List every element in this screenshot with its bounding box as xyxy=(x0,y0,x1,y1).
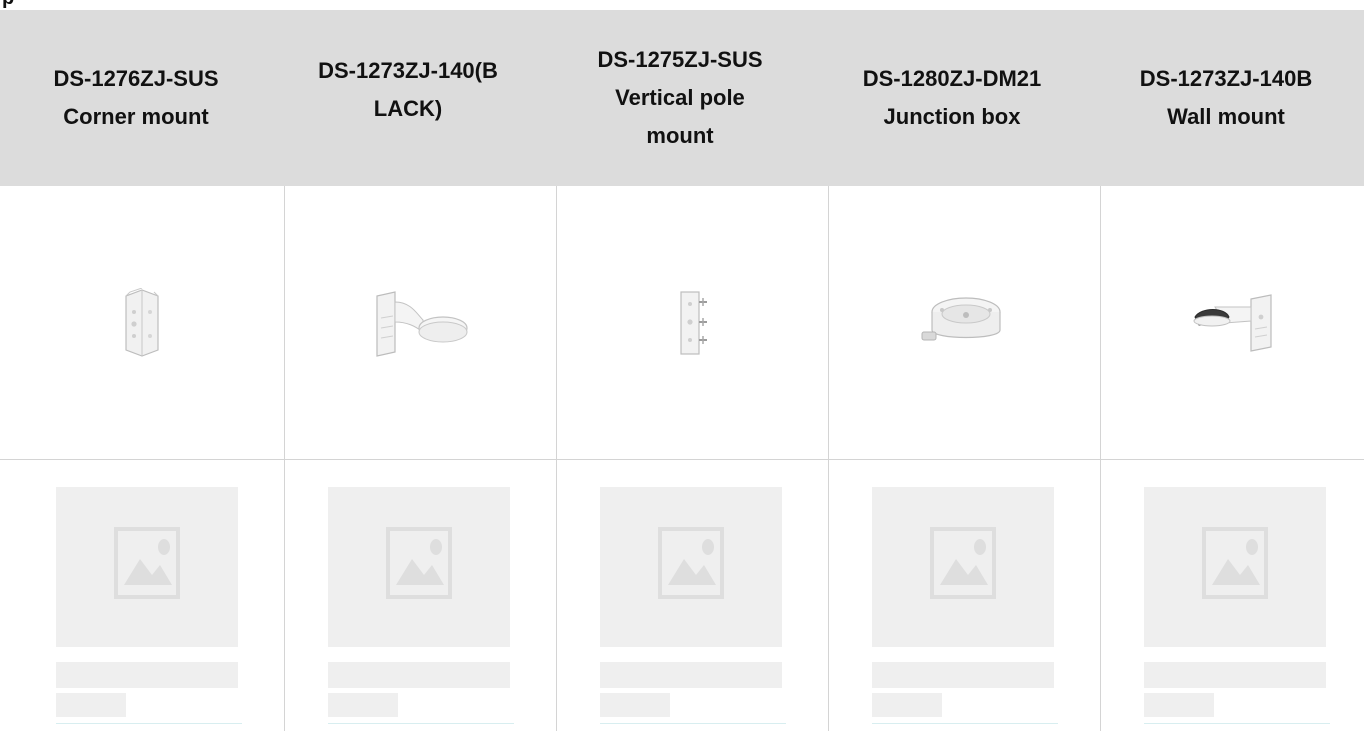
subtitle-placeholder-bar xyxy=(56,693,126,717)
header-line: Vertical pole xyxy=(615,85,745,110)
header-cell-ds-1280zj-dm21: DS-1280ZJ-DM21 Junction box xyxy=(816,10,1088,186)
section-title-fragment: p xyxy=(0,0,26,10)
image-placeholder xyxy=(872,487,1054,647)
table-header-row: DS-1276ZJ-SUS Corner mount DS-1273ZJ-140… xyxy=(0,10,1364,186)
wall-mount-dome-bracket-icon[interactable] xyxy=(371,288,471,358)
wall-mount-bracket-icon[interactable] xyxy=(1185,293,1281,353)
product-image-cell xyxy=(285,187,556,459)
section-title-fragment-text: p xyxy=(2,0,14,10)
accessories-table: DS-1276ZJ-SUS Corner mount DS-1273ZJ-140… xyxy=(0,10,1364,731)
placeholder-underline xyxy=(872,723,1058,724)
header-line: mount xyxy=(646,123,714,148)
image-placeholder xyxy=(56,487,238,647)
placeholder-underline xyxy=(328,723,514,724)
header-line: DS-1273ZJ-140B xyxy=(1139,66,1313,91)
image-placeholder-icon xyxy=(658,527,724,599)
image-placeholder xyxy=(600,487,782,647)
title-placeholder-bar xyxy=(1144,662,1326,688)
product-placeholder-card xyxy=(816,461,1088,731)
subtitle-placeholder-bar xyxy=(600,693,670,717)
title-placeholder-bar xyxy=(328,662,510,688)
header-cell-ds-1276zj-sus: DS-1276ZJ-SUS Corner mount xyxy=(0,10,272,186)
product-image-cell xyxy=(557,187,828,459)
header-line: DS-1276ZJ-SUS xyxy=(53,66,219,91)
placeholder-underline xyxy=(1144,723,1330,724)
title-placeholder-bar xyxy=(56,662,238,688)
image-placeholder-icon xyxy=(114,527,180,599)
header-line: LACK) xyxy=(373,96,443,121)
header-cell-ds-1273zj-140b: DS-1273ZJ-140B Wall mount xyxy=(1088,10,1364,186)
corner-mount-bracket-icon[interactable] xyxy=(122,288,162,358)
product-image-cell xyxy=(0,187,284,459)
product-placeholder-card xyxy=(1088,461,1360,731)
image-placeholder-icon xyxy=(1202,527,1268,599)
junction-box-icon[interactable] xyxy=(920,290,1010,356)
image-placeholder-icon xyxy=(386,527,452,599)
subtitle-placeholder-bar xyxy=(1144,693,1214,717)
header-line: DS-1273ZJ-140(B xyxy=(318,58,498,83)
product-image-cell xyxy=(829,187,1100,459)
vertical-pole-mount-icon[interactable] xyxy=(675,288,711,358)
product-placeholder-card xyxy=(0,461,272,731)
header-line: Corner mount xyxy=(63,104,209,129)
image-placeholder-icon xyxy=(930,527,996,599)
header-line: Wall mount xyxy=(1167,104,1285,129)
product-image-cell xyxy=(1101,187,1364,459)
image-placeholder xyxy=(1144,487,1326,647)
header-cell-ds-1273zj-140-black: DS-1273ZJ-140(B LACK) xyxy=(272,10,544,186)
header-line: DS-1275ZJ-SUS xyxy=(597,47,763,72)
placeholder-underline xyxy=(600,723,786,724)
header-cell-ds-1275zj-sus: DS-1275ZJ-SUS Vertical pole mount xyxy=(544,10,816,186)
placeholder-underline xyxy=(56,723,242,724)
title-placeholder-bar xyxy=(872,662,1054,688)
image-placeholder xyxy=(328,487,510,647)
product-placeholder-card xyxy=(544,461,816,731)
subtitle-placeholder-bar xyxy=(328,693,398,717)
row-divider xyxy=(0,459,1364,460)
subtitle-placeholder-bar xyxy=(872,693,942,717)
title-placeholder-bar xyxy=(600,662,782,688)
product-placeholder-card xyxy=(272,461,544,731)
header-line: DS-1280ZJ-DM21 xyxy=(862,66,1042,91)
header-line: Junction box xyxy=(883,104,1021,129)
